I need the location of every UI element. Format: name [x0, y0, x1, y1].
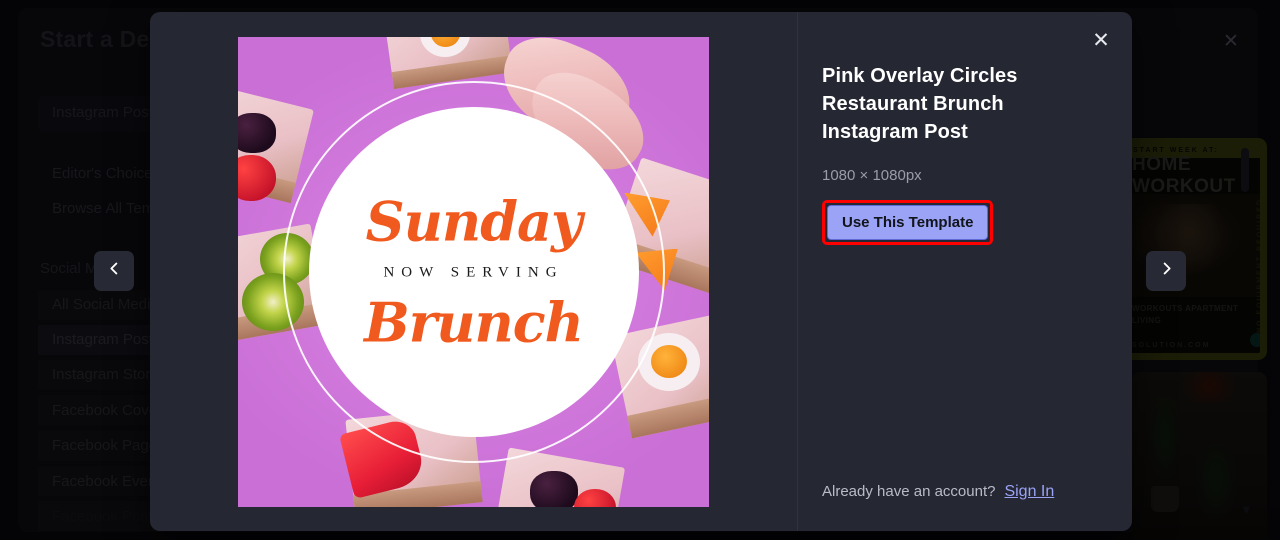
carousel-next-button[interactable] — [1146, 251, 1186, 291]
preview-subtitle: NOW SERVING — [383, 264, 564, 280]
signin-row: Already have an account? Sign In — [822, 483, 1054, 501]
account-prompt: Already have an account? — [822, 483, 996, 500]
chevron-right-icon — [1159, 261, 1174, 281]
chevron-left-icon — [107, 261, 122, 281]
app-root: Start a Design Instagram Post Editor's C… — [0, 0, 1280, 540]
carousel-prev-button[interactable] — [94, 251, 134, 291]
modal-close-icon[interactable]: ✕ — [1087, 26, 1115, 54]
page-close-icon[interactable]: ✕ — [1220, 30, 1242, 52]
preview-script-bottom: Brunch — [364, 290, 584, 354]
template-title: Pink Overlay Circles Restaurant Brunch I… — [822, 65, 1018, 143]
food-blackberry-bottom — [530, 470, 578, 507]
food-blackberry-left — [238, 112, 276, 153]
template-preview-image[interactable]: Sunday NOW SERVING Brunch — [238, 36, 709, 507]
use-template-highlight: Use This Template — [822, 200, 994, 245]
preview-text-block: Sunday NOW SERVING Brunch — [309, 194, 639, 349]
template-info-panel: ✕ Pink Overlay Circles Restaurant Brunch… — [798, 12, 1132, 531]
use-this-template-button[interactable]: Use This Template — [827, 205, 989, 240]
template-preview-panel: Sunday NOW SERVING Brunch — [150, 12, 798, 531]
preview-script-top: Sunday — [365, 189, 583, 253]
template-detail-modal: Sunday NOW SERVING Brunch ✕ Pink Overlay… — [150, 12, 1132, 531]
template-dimensions: 1080 × 1080px — [822, 167, 922, 184]
signin-link[interactable]: Sign In — [1004, 483, 1054, 501]
